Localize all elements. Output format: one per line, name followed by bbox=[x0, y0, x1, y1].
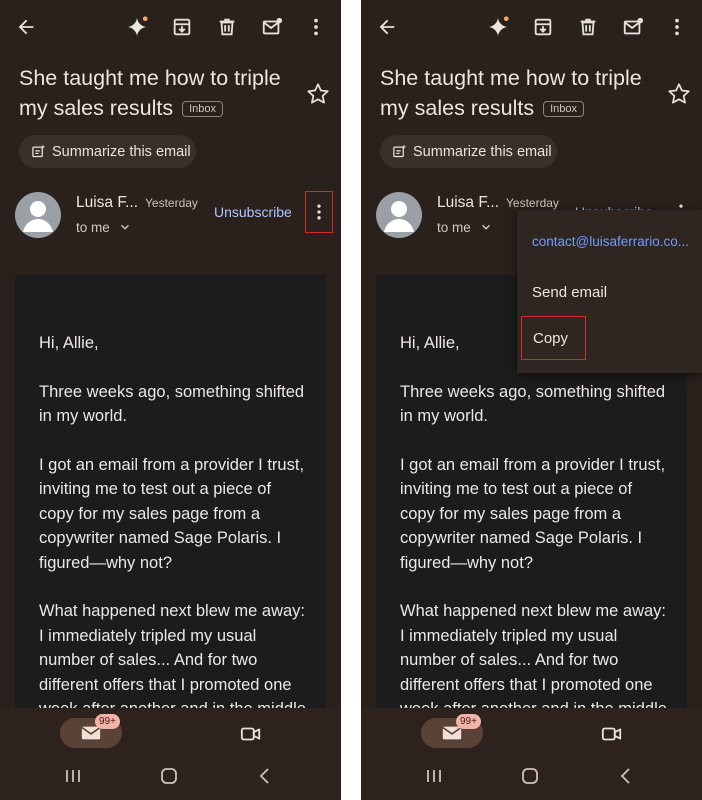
more-vert-icon bbox=[314, 18, 318, 36]
email-body-text: Hi, Allie, Three weeks ago, something sh… bbox=[400, 331, 670, 746]
summarize-label: Summarize this email bbox=[413, 143, 552, 160]
sparkle-icon bbox=[488, 16, 509, 37]
bottom-navigation: 99+ bbox=[0, 708, 341, 800]
home-icon bbox=[161, 768, 177, 784]
archive-icon bbox=[173, 18, 191, 36]
archive-button[interactable] bbox=[528, 12, 558, 42]
panel-divider bbox=[341, 0, 361, 800]
mark-unread-button[interactable] bbox=[257, 12, 287, 42]
person-icon bbox=[23, 201, 53, 232]
arrow-back-icon bbox=[379, 19, 395, 35]
sender-name[interactable]: Luisa F... bbox=[76, 194, 138, 212]
mail-unread-icon bbox=[623, 17, 644, 35]
back-button[interactable] bbox=[372, 12, 402, 42]
body-paragraph: What happened next blew me away: I immed… bbox=[39, 602, 306, 718]
home-button[interactable] bbox=[519, 767, 541, 785]
menu-item-copy[interactable]: Copy bbox=[521, 316, 586, 360]
email-time: Yesterday bbox=[145, 196, 198, 210]
email-body-text: Hi, Allie, Three weeks ago, something sh… bbox=[39, 331, 309, 746]
recent-apps-button[interactable] bbox=[62, 767, 84, 785]
menu-email-address[interactable]: contact@luisaferrario.co... bbox=[532, 234, 689, 249]
mail-badge: 99+ bbox=[95, 714, 120, 729]
body-paragraph: Three weeks ago, something shifted in my… bbox=[400, 382, 666, 426]
archive-button[interactable] bbox=[167, 12, 197, 42]
chevron-left-icon bbox=[620, 768, 630, 784]
star-button[interactable] bbox=[666, 81, 692, 107]
home-icon bbox=[522, 768, 538, 784]
home-button[interactable] bbox=[158, 767, 180, 785]
recipient-label: to me bbox=[76, 220, 110, 235]
chevron-left-icon bbox=[259, 768, 269, 784]
summarize-label: Summarize this email bbox=[52, 143, 191, 160]
body-paragraph: I got an email from a provider I trust, … bbox=[39, 456, 305, 572]
phone-screen-right: She taught me how to triple my sales res… bbox=[361, 0, 702, 800]
sparkle-icon bbox=[127, 16, 148, 37]
body-paragraph: What happened next blew me away: I immed… bbox=[400, 602, 667, 718]
email-time: Yesterday bbox=[506, 196, 559, 210]
trash-icon bbox=[219, 18, 235, 36]
delete-button[interactable] bbox=[573, 12, 603, 42]
summarize-icon bbox=[393, 144, 407, 158]
body-paragraph: I got an email from a provider I trust, … bbox=[400, 456, 666, 572]
archive-icon bbox=[534, 18, 552, 36]
recipient-label: to me bbox=[437, 220, 471, 235]
video-icon bbox=[601, 727, 622, 741]
system-back-button[interactable] bbox=[615, 767, 637, 785]
gemini-button[interactable] bbox=[483, 12, 513, 42]
person-icon bbox=[384, 201, 414, 232]
system-back-button[interactable] bbox=[254, 767, 276, 785]
bottom-navigation: 99+ bbox=[361, 708, 702, 800]
star-icon bbox=[307, 83, 329, 104]
top-app-bar bbox=[0, 0, 341, 54]
chevron-down-icon bbox=[481, 224, 490, 230]
body-paragraph: Three weeks ago, something shifted in my… bbox=[39, 382, 305, 426]
trash-icon bbox=[580, 18, 596, 36]
summarize-icon bbox=[32, 144, 46, 158]
recents-icon bbox=[427, 770, 441, 782]
summarize-email-button[interactable]: Summarize this email bbox=[19, 135, 196, 168]
more-vert-icon bbox=[675, 18, 679, 36]
inbox-label-chip[interactable]: Inbox bbox=[182, 101, 224, 117]
email-subject: She taught me how to triple my sales res… bbox=[380, 63, 650, 123]
more-vert-icon bbox=[317, 204, 321, 220]
nav-meet-tab[interactable] bbox=[601, 723, 623, 745]
body-paragraph: Hi, Allie, bbox=[39, 334, 99, 352]
summarize-email-button[interactable]: Summarize this email bbox=[380, 135, 557, 168]
recents-icon bbox=[66, 770, 80, 782]
sender-avatar[interactable] bbox=[376, 192, 422, 238]
mail-badge: 99+ bbox=[456, 714, 481, 729]
star-icon bbox=[668, 83, 690, 104]
mark-unread-button[interactable] bbox=[618, 12, 648, 42]
more-options-button[interactable] bbox=[662, 12, 692, 42]
menu-copy-label: Copy bbox=[533, 330, 569, 347]
email-subject: She taught me how to triple my sales res… bbox=[19, 63, 289, 123]
gemini-button[interactable] bbox=[122, 12, 152, 42]
subject-text: She taught me how to triple my sales res… bbox=[19, 66, 281, 120]
recipient-dropdown[interactable]: to me bbox=[437, 220, 493, 235]
more-options-button[interactable] bbox=[301, 12, 331, 42]
mail-unread-icon bbox=[262, 17, 283, 35]
top-app-bar bbox=[361, 0, 702, 54]
subject-text: She taught me how to triple my sales res… bbox=[380, 66, 642, 120]
sender-avatar[interactable] bbox=[15, 192, 61, 238]
nav-meet-tab[interactable] bbox=[240, 723, 262, 745]
message-more-button[interactable] bbox=[305, 191, 333, 233]
video-icon bbox=[240, 727, 261, 741]
arrow-back-icon bbox=[18, 19, 34, 35]
recipient-dropdown[interactable]: to me bbox=[76, 220, 132, 235]
sender-context-menu: contact@luisaferrario.co... Send email C… bbox=[517, 210, 702, 373]
back-button[interactable] bbox=[11, 12, 41, 42]
recent-apps-button[interactable] bbox=[423, 767, 445, 785]
inbox-label-chip[interactable]: Inbox bbox=[543, 101, 585, 117]
phone-screen-left: She taught me how to triple my sales res… bbox=[0, 0, 341, 800]
delete-button[interactable] bbox=[212, 12, 242, 42]
sender-name[interactable]: Luisa F... bbox=[437, 194, 499, 212]
star-button[interactable] bbox=[305, 81, 331, 107]
unsubscribe-link[interactable]: Unsubscribe bbox=[214, 204, 292, 220]
menu-item-send-email[interactable]: Send email bbox=[532, 284, 607, 301]
chevron-down-icon bbox=[120, 224, 129, 230]
